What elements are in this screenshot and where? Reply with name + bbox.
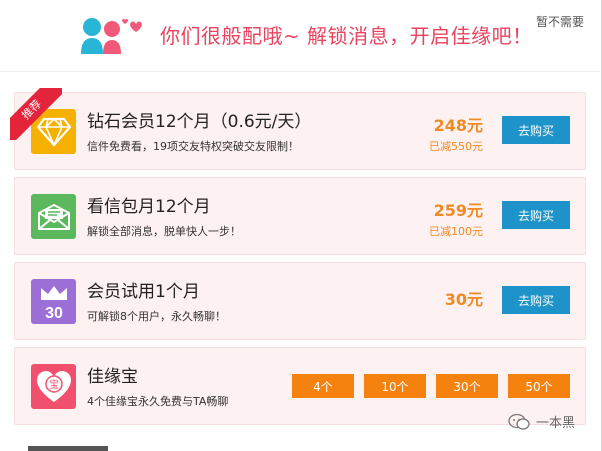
background-page-strip [0, 440, 600, 451]
product-desc: 信件免费看，19项交友特权突破交友限制！ [87, 140, 299, 153]
dialog-header: 你们很般配哦~ 解锁消息，开启佳缘吧！ 暂不需要 [0, 0, 600, 72]
product-card-coins: 宝 佳缘宝 4个佳缘宝永久免费与TA畅聊 4个 10个 30个 50个 [14, 347, 586, 425]
product-title: 看信包月12个月 [87, 197, 211, 217]
product-price: 259元 [433, 201, 483, 220]
product-title: 会员试用1个月 [87, 282, 200, 302]
product-desc: 可解锁8个用户，永久畅聊！ [87, 310, 226, 323]
skip-button[interactable]: 暂不需要 [536, 13, 584, 30]
heart-coin-icon: 宝 [31, 364, 76, 409]
background-bar [28, 446, 108, 451]
product-price: 248元 [433, 116, 483, 135]
purchase-dialog: 你们很般配哦~ 解锁消息，开启佳缘吧！ 暂不需要 推荐 钻石会员12个月（0.6… [0, 0, 602, 451]
couple-icon [81, 18, 142, 54]
product-saved: 已减550元 [429, 140, 483, 153]
dialog-title: 你们很般配哦~ 解锁消息，开启佳缘吧！ [160, 24, 533, 48]
recommend-ribbon-label: 推荐 [10, 88, 62, 140]
product-title: 钻石会员12个月（0.6元/天） [87, 112, 312, 132]
crown-badge-text: 30 [45, 305, 63, 321]
coin-option-10[interactable]: 10个 [364, 374, 426, 398]
coin-option-30[interactable]: 30个 [436, 374, 498, 398]
buy-button-letter[interactable]: 去购买 [502, 201, 570, 229]
watermark: 一本黑 [508, 412, 575, 431]
buy-button-diamond[interactable]: 去购买 [502, 116, 570, 144]
product-title: 佳缘宝 [87, 367, 138, 387]
product-price: 30元 [444, 290, 483, 309]
coin-badge-text: 宝 [49, 378, 59, 391]
buy-button-trial[interactable]: 去购买 [502, 286, 570, 314]
watermark-text: 一本黑 [536, 416, 576, 431]
product-desc: 4个佳缘宝永久免费与TA畅聊 [87, 395, 229, 408]
coin-option-50[interactable]: 50个 [508, 374, 570, 398]
product-card-letter: 看信包月12个月 解锁全部消息，脱单快人一步！ 259元 已减100元 去购买 [14, 177, 586, 255]
coin-option-4[interactable]: 4个 [292, 374, 354, 398]
envelope-icon [31, 194, 76, 239]
crown-icon: 30 [31, 279, 76, 324]
product-card-trial: 30 会员试用1个月 可解锁8个用户，永久畅聊！ 30元 去购买 [14, 262, 586, 340]
wechat-icon [508, 413, 530, 430]
product-card-diamond: 钻石会员12个月（0.6元/天） 信件免费看，19项交友特权突破交友限制！ 24… [14, 92, 586, 170]
product-desc: 解锁全部消息，脱单快人一步！ [87, 225, 241, 238]
recommend-ribbon: 推荐 [10, 88, 62, 140]
product-saved: 已减100元 [429, 225, 483, 238]
